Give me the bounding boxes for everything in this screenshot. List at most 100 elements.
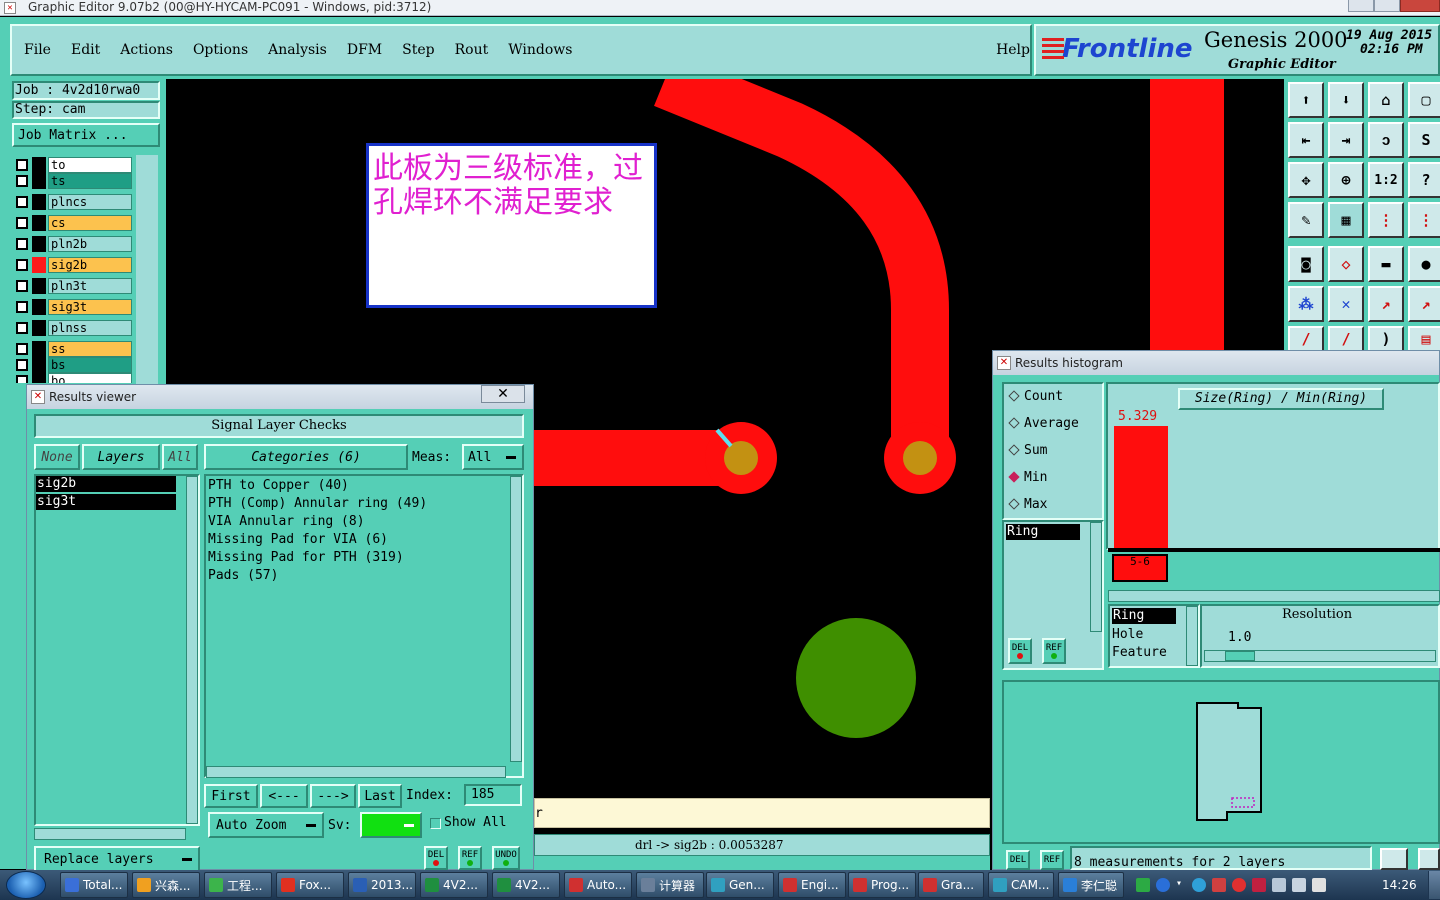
tray-volume-icon[interactable]	[1292, 878, 1306, 892]
clock[interactable]: 14:26	[1382, 878, 1417, 892]
categories-hscrollbar[interactable]	[206, 766, 506, 778]
layer-row-bo[interactable]: bo	[14, 373, 132, 383]
results-viewer-close-button[interactable]: ✕	[481, 385, 525, 403]
categories-scrollbar[interactable]	[510, 476, 522, 762]
layer-row-plncs[interactable]: plncs	[14, 194, 132, 210]
taskbar-item[interactable]: 计算器	[636, 872, 704, 898]
layer-row-cs[interactable]: cs	[14, 215, 132, 231]
layer-checkbox[interactable]	[16, 159, 28, 171]
print-icon[interactable]	[1380, 848, 1408, 870]
layer-row-pln2b[interactable]: pln2b	[14, 236, 132, 252]
type-list-scrollbar[interactable]	[1186, 606, 1198, 666]
tool-net-red2-icon[interactable]: ⋮	[1408, 202, 1440, 238]
tray-arrow-icon[interactable]: ▾	[1176, 878, 1186, 892]
taskbar-item[interactable]: Auto...	[564, 872, 632, 898]
tray-x-icon[interactable]	[1252, 878, 1266, 892]
option-sum[interactable]: Sum	[1008, 443, 1047, 458]
option-min[interactable]: Min	[1008, 470, 1047, 485]
taskbar-item[interactable]: CAM...	[988, 872, 1054, 898]
del-button[interactable]: DEL	[424, 846, 448, 870]
tool-slash2-icon[interactable]: /	[1328, 326, 1364, 352]
next-button[interactable]: --->	[310, 784, 356, 808]
tool-pan-up-icon[interactable]: ⬆	[1288, 82, 1324, 118]
sv-color-dropdown[interactable]	[360, 812, 422, 838]
layer-checkbox[interactable]	[16, 375, 28, 383]
taskbar-item[interactable]: Gen...	[706, 872, 774, 898]
meas-dropdown[interactable]: All	[462, 444, 524, 470]
tool-dot-icon[interactable]: ●	[1408, 246, 1440, 282]
layer-checkbox[interactable]	[16, 196, 28, 208]
menu-windows[interactable]: Windows	[508, 42, 572, 58]
tool-home-icon[interactable]: ⌂	[1368, 82, 1404, 118]
map-ref-button[interactable]: REF	[1040, 850, 1064, 870]
tool-grid2-icon[interactable]: ▤	[1408, 326, 1440, 352]
category-item[interactable]: VIA Annular ring (8)	[208, 514, 365, 529]
tool-help-icon[interactable]: ?	[1408, 162, 1440, 198]
option-average[interactable]: Average	[1008, 416, 1079, 431]
export-icon[interactable]	[1418, 848, 1440, 870]
taskbar-item[interactable]: Gra...	[918, 872, 984, 898]
layers-list-scrollbar[interactable]	[186, 476, 198, 824]
hist-ref-button[interactable]: REF	[1042, 638, 1066, 664]
layer-row-to[interactable]: to	[14, 157, 132, 173]
taskbar-item[interactable]: 兴森...	[132, 872, 200, 898]
layer-checkbox[interactable]	[16, 322, 28, 334]
hist-del-button[interactable]: DEL	[1008, 638, 1032, 664]
category-item[interactable]: Missing Pad for PTH (319)	[208, 550, 404, 565]
tool-net-red-icon[interactable]: ⋮	[1368, 202, 1404, 238]
tool-grid-icon[interactable]: ▦	[1328, 202, 1364, 238]
start-button[interactable]	[6, 871, 46, 899]
index-input[interactable]: 185	[464, 784, 522, 806]
prev-button[interactable]: <---	[260, 784, 308, 808]
menu-file[interactable]: File	[24, 42, 51, 58]
menu-edit[interactable]: Edit	[71, 42, 100, 58]
job-matrix-button[interactable]: Job Matrix ...	[12, 123, 160, 147]
resolution-slider[interactable]	[1204, 650, 1436, 662]
layer-checkbox[interactable]	[16, 217, 28, 229]
layer-checkbox[interactable]	[16, 280, 28, 292]
tray-network-icon[interactable]	[1272, 878, 1286, 892]
layer-checkbox[interactable]	[16, 259, 28, 271]
auto-zoom-dropdown[interactable]: Auto Zoom	[208, 812, 324, 838]
tool-arc-icon[interactable]: )	[1368, 326, 1404, 352]
taskbar-item[interactable]: 4V2...	[492, 872, 560, 898]
map-del-button[interactable]: DEL	[1006, 850, 1030, 870]
last-button[interactable]: Last	[358, 784, 402, 808]
layers-list-item[interactable]: sig3t	[36, 494, 176, 510]
layer-row-ss[interactable]: ss	[14, 341, 132, 357]
show-all-checkbox[interactable]	[430, 818, 441, 829]
menu-dfm[interactable]: DFM	[347, 42, 382, 58]
maximize-button[interactable]	[1374, 0, 1400, 12]
tool-pan-left-icon[interactable]: ⇤	[1288, 122, 1324, 158]
taskbar-item[interactable]: 4V2...	[420, 872, 488, 898]
category-item[interactable]: PTH (Comp) Annular ring (49)	[208, 496, 427, 511]
taskbar-item[interactable]: Fox...	[276, 872, 344, 898]
option-max[interactable]: Max	[1008, 497, 1047, 512]
tool-window-icon[interactable]: ▢	[1408, 82, 1440, 118]
tray-tool-icon[interactable]	[1212, 878, 1226, 892]
menu-rout[interactable]: Rout	[455, 42, 489, 58]
overview-map[interactable]	[1002, 680, 1440, 844]
tool-ruler-icon[interactable]: ▬	[1368, 246, 1404, 282]
layers-list-hscrollbar[interactable]	[34, 828, 186, 840]
layer-checkbox[interactable]	[16, 343, 28, 355]
layer-row-ts[interactable]: ts	[14, 173, 132, 189]
tool-zoom-center-icon[interactable]: ⊕	[1328, 162, 1364, 198]
type-list-item-feature[interactable]: Feature	[1112, 645, 1167, 660]
layer-checkbox[interactable]	[16, 359, 28, 371]
layer-list-scroll[interactable]	[136, 155, 158, 387]
slider-thumb[interactable]	[1225, 651, 1255, 661]
minimize-button[interactable]	[1348, 0, 1374, 12]
menu-actions[interactable]: Actions	[120, 42, 173, 58]
categories-button[interactable]: Categories (6)	[204, 444, 408, 470]
replace-layers-dropdown[interactable]: Replace layers	[34, 846, 200, 872]
layer-checkbox[interactable]	[16, 301, 28, 313]
type-list-item-ring[interactable]: Ring	[1112, 608, 1176, 624]
tool-zoom-fit-icon[interactable]: ✥	[1288, 162, 1324, 198]
tool-arrow-icon[interactable]: ↗	[1408, 286, 1440, 322]
tray-g-icon[interactable]	[1232, 878, 1246, 892]
category-item[interactable]: PTH to Copper (40)	[208, 478, 349, 493]
layers-button[interactable]: Layers	[82, 444, 160, 470]
tray-flag-icon[interactable]	[1312, 878, 1326, 892]
menu-analysis[interactable]: Analysis	[268, 42, 327, 58]
